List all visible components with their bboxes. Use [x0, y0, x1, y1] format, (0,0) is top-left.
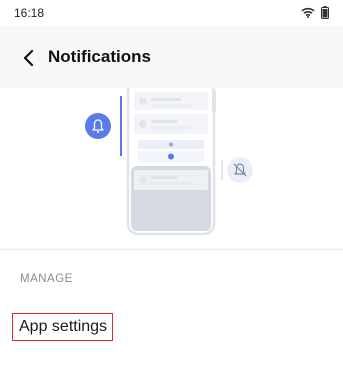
section-divider	[0, 249, 343, 250]
bell-muted-icon	[227, 157, 253, 183]
toolbar: Notifications	[0, 26, 343, 88]
status-bar: 16:18	[0, 0, 343, 26]
wifi-icon	[301, 7, 315, 18]
app-settings-item[interactable]: App settings	[12, 313, 113, 341]
status-time: 16:18	[14, 6, 45, 20]
status-icons	[301, 5, 329, 19]
battery-icon	[321, 5, 329, 19]
notification-illustration	[0, 80, 343, 248]
section-header-manage: MANAGE	[20, 273, 73, 285]
back-arrow-icon	[23, 49, 34, 67]
bell-active-icon	[85, 113, 111, 139]
illustration-graphic	[85, 80, 253, 236]
app-settings-label: App settings	[19, 318, 108, 335]
back-button[interactable]	[14, 44, 42, 72]
page-title: Notifications	[48, 47, 151, 66]
